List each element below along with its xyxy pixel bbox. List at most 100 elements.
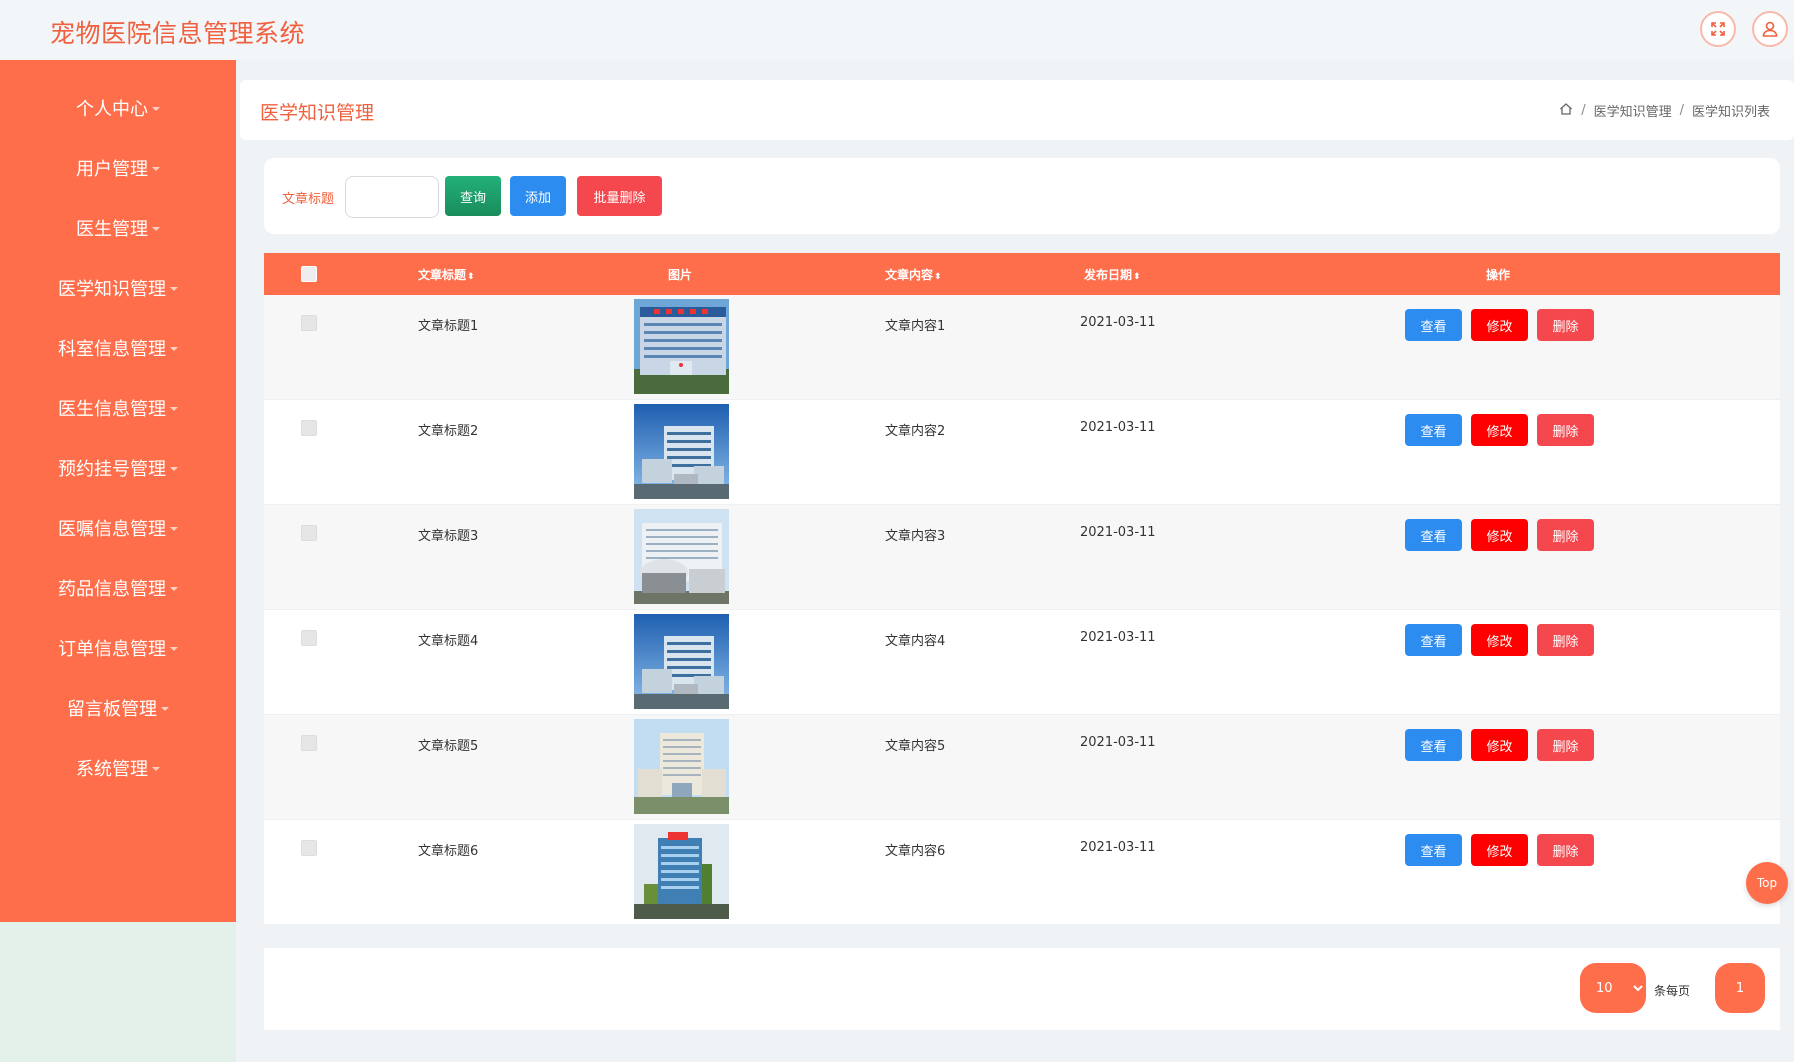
page-size-label: 条每页 [1654, 984, 1691, 998]
user-icon[interactable] [1752, 11, 1788, 47]
edit-button[interactable]: 修改 [1471, 414, 1528, 446]
article-image [634, 509, 729, 604]
table-row: 文章标题1 文章内容1 2021-03-11 查看 修改 删除 [264, 295, 1780, 400]
cell-content: 文章内容3 [885, 529, 946, 544]
row-checkbox[interactable] [301, 735, 317, 751]
row-checkbox[interactable] [301, 525, 317, 541]
table-header: 文章标题⬍ 图片 文章内容⬍ 发布日期⬍ 操作 [264, 253, 1780, 295]
breadcrumb-separator: / [1679, 103, 1684, 118]
sidebar-item-label: 医生信息管理 [58, 399, 166, 420]
row-checkbox[interactable] [301, 315, 317, 331]
sidebar-item-appointments[interactable]: 预约挂号管理 [0, 448, 236, 488]
edit-button[interactable]: 修改 [1471, 834, 1528, 866]
breadcrumb-item-module[interactable]: 医学知识管理 [1594, 101, 1672, 120]
sidebar-item-doctors[interactable]: 医生管理 [0, 208, 236, 248]
column-header-actions: 操作 [1486, 268, 1511, 282]
delete-button[interactable]: 删除 [1537, 519, 1594, 551]
sidebar-item-label: 订单信息管理 [58, 639, 166, 660]
sort-icon: ⬍ [1133, 272, 1141, 282]
view-button[interactable]: 查看 [1405, 834, 1462, 866]
page-header: 医学知识管理 / 医学知识管理 / 医学知识列表 [240, 80, 1794, 140]
row-checkbox[interactable] [301, 840, 317, 856]
sidebar-item-departments[interactable]: 科室信息管理 [0, 328, 236, 368]
view-button[interactable]: 查看 [1405, 414, 1462, 446]
page-size-select[interactable]: 10 [1580, 963, 1646, 1013]
sort-icon: ⬍ [467, 272, 475, 282]
cell-content: 文章内容2 [885, 424, 946, 439]
sidebar-item-message-board[interactable]: 留言板管理 [0, 688, 236, 728]
sidebar-item-label: 药品信息管理 [58, 579, 166, 600]
sidebar: 个人中心 用户管理 医生管理 医学知识管理 科室信息管理 医生信息管理 预约挂号… [0, 60, 236, 922]
delete-button[interactable]: 删除 [1537, 834, 1594, 866]
sidebar-item-label: 个人中心 [76, 99, 148, 120]
select-all-checkbox[interactable] [301, 266, 317, 282]
add-button[interactable]: 添加 [510, 176, 566, 216]
edit-button[interactable]: 修改 [1471, 624, 1528, 656]
article-image [634, 614, 729, 709]
article-image [634, 404, 729, 499]
sidebar-item-label: 科室信息管理 [58, 339, 166, 360]
breadcrumb: / 医学知识管理 / 医学知识列表 [1559, 101, 1770, 120]
cell-content: 文章内容5 [885, 739, 946, 754]
query-button[interactable]: 查询 [445, 176, 501, 216]
column-header-content[interactable]: 文章内容⬍ [885, 266, 942, 283]
delete-button[interactable]: 删除 [1537, 414, 1594, 446]
fullscreen-icon[interactable] [1700, 11, 1736, 47]
chevron-down-icon [170, 287, 178, 291]
article-title-search-input[interactable] [345, 176, 439, 218]
chevron-down-icon [152, 107, 160, 111]
cell-content: 文章内容6 [885, 844, 946, 859]
chevron-down-icon [170, 467, 178, 471]
row-checkbox[interactable] [301, 630, 317, 646]
table-row: 文章标题4 文章内容4 2021-03-11 查看 修改 删除 [264, 610, 1780, 715]
batch-delete-button[interactable]: 批量删除 [577, 176, 662, 216]
home-icon[interactable] [1559, 102, 1573, 120]
sidebar-item-label: 医学知识管理 [58, 279, 166, 300]
edit-button[interactable]: 修改 [1471, 519, 1528, 551]
search-label: 文章标题 [282, 192, 335, 207]
page-number-current[interactable]: 1 [1715, 963, 1765, 1013]
delete-button[interactable]: 删除 [1537, 309, 1594, 341]
sidebar-footer-area [0, 922, 236, 1062]
data-table: 文章标题⬍ 图片 文章内容⬍ 发布日期⬍ 操作 文章标题1 文章内容1 2021… [264, 253, 1780, 925]
cell-date: 2021-03-11 [1080, 840, 1156, 855]
delete-button[interactable]: 删除 [1537, 729, 1594, 761]
table-row: 文章标题3 文章内容3 2021-03-11 查看 修改 删除 [264, 505, 1780, 610]
column-header-date[interactable]: 发布日期⬍ [1084, 266, 1141, 283]
view-button[interactable]: 查看 [1405, 624, 1462, 656]
cell-title: 文章标题6 [418, 844, 479, 859]
sidebar-item-drugs[interactable]: 药品信息管理 [0, 568, 236, 608]
column-header-title[interactable]: 文章标题⬍ [418, 266, 475, 283]
app-title: 宠物医院信息管理系统 [50, 19, 306, 48]
breadcrumb-separator: / [1581, 103, 1586, 118]
chevron-down-icon [152, 227, 160, 231]
sort-icon: ⬍ [934, 272, 942, 282]
chevron-down-icon [170, 347, 178, 351]
sidebar-item-system[interactable]: 系统管理 [0, 748, 236, 788]
sidebar-item-doctor-info[interactable]: 医生信息管理 [0, 388, 236, 428]
chevron-down-icon [170, 527, 178, 531]
edit-button[interactable]: 修改 [1471, 729, 1528, 761]
row-checkbox[interactable] [301, 420, 317, 436]
view-button[interactable]: 查看 [1405, 309, 1462, 341]
sidebar-item-orders[interactable]: 订单信息管理 [0, 628, 236, 668]
sidebar-item-medical-knowledge[interactable]: 医学知识管理 [0, 268, 236, 308]
sidebar-item-personal-center[interactable]: 个人中心 [0, 88, 236, 128]
delete-button[interactable]: 删除 [1537, 624, 1594, 656]
sidebar-item-label: 系统管理 [76, 759, 148, 780]
table-row: 文章标题2 文章内容2 2021-03-11 查看 修改 删除 [264, 400, 1780, 505]
sidebar-item-label: 留言板管理 [67, 699, 157, 720]
cell-content: 文章内容1 [885, 319, 946, 334]
cell-date: 2021-03-11 [1080, 420, 1156, 435]
cell-date: 2021-03-11 [1080, 315, 1156, 330]
edit-button[interactable]: 修改 [1471, 309, 1528, 341]
sidebar-item-medical-orders[interactable]: 医嘱信息管理 [0, 508, 236, 548]
page-title: 医学知识管理 [260, 102, 375, 124]
view-button[interactable]: 查看 [1405, 519, 1462, 551]
cell-date: 2021-03-11 [1080, 525, 1156, 540]
back-to-top-button[interactable]: Top [1746, 862, 1788, 904]
view-button[interactable]: 查看 [1405, 729, 1462, 761]
cell-date: 2021-03-11 [1080, 630, 1156, 645]
sidebar-item-users[interactable]: 用户管理 [0, 148, 236, 188]
chevron-down-icon [170, 587, 178, 591]
